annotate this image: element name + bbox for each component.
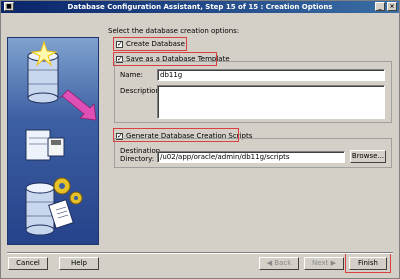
gear-icon: [53, 177, 83, 205]
help-button[interactable]: Help: [59, 257, 99, 270]
browse-button[interactable]: Browse...: [350, 150, 386, 163]
destination-label-line2: Directory:: [120, 155, 155, 163]
create-database-highlight: [113, 37, 187, 51]
footer-divider: [7, 252, 393, 254]
next-label: Next: [312, 259, 329, 267]
save-template-highlight: [113, 52, 217, 66]
options-prompt: Select the database creation options:: [108, 27, 240, 35]
destination-directory-label: Destination Directory:: [120, 147, 160, 163]
destination-directory-input[interactable]: /u02/app/oracle/admin/db11g/scripts: [157, 151, 345, 163]
template-description-input[interactable]: [157, 85, 385, 119]
minimize-icon[interactable]: _: [375, 2, 385, 11]
cancel-button[interactable]: Cancel: [8, 257, 48, 270]
window-title-bar: Database Configuration Assistant, Step 1…: [1, 1, 399, 13]
close-icon[interactable]: ×: [387, 2, 397, 11]
back-button[interactable]: ◀ Back: [259, 257, 299, 270]
template-document-icon: [25, 129, 65, 161]
finish-button[interactable]: Finish: [349, 257, 387, 270]
window-menu-icon[interactable]: ■: [4, 2, 14, 11]
destination-label-line1: Destination: [120, 147, 161, 155]
next-arrow-icon: ▶: [330, 259, 336, 267]
wizard-illustration: [7, 37, 99, 245]
pointer-arrow-icon: [59, 89, 97, 121]
window-title: Database Configuration Assistant, Step 1…: [67, 3, 333, 11]
database-illustration-icon: [25, 40, 97, 236]
dbca-window: Database Configuration Assistant, Step 1…: [0, 0, 400, 279]
generate-scripts-highlight: [113, 128, 239, 142]
back-label: Back: [274, 259, 292, 267]
template-description-label: Description:: [120, 87, 163, 95]
template-name-label: Name:: [120, 71, 144, 79]
back-arrow-icon: ◀: [266, 259, 273, 267]
next-button[interactable]: Next ▶: [304, 257, 344, 270]
template-name-input[interactable]: db11g: [157, 69, 385, 81]
